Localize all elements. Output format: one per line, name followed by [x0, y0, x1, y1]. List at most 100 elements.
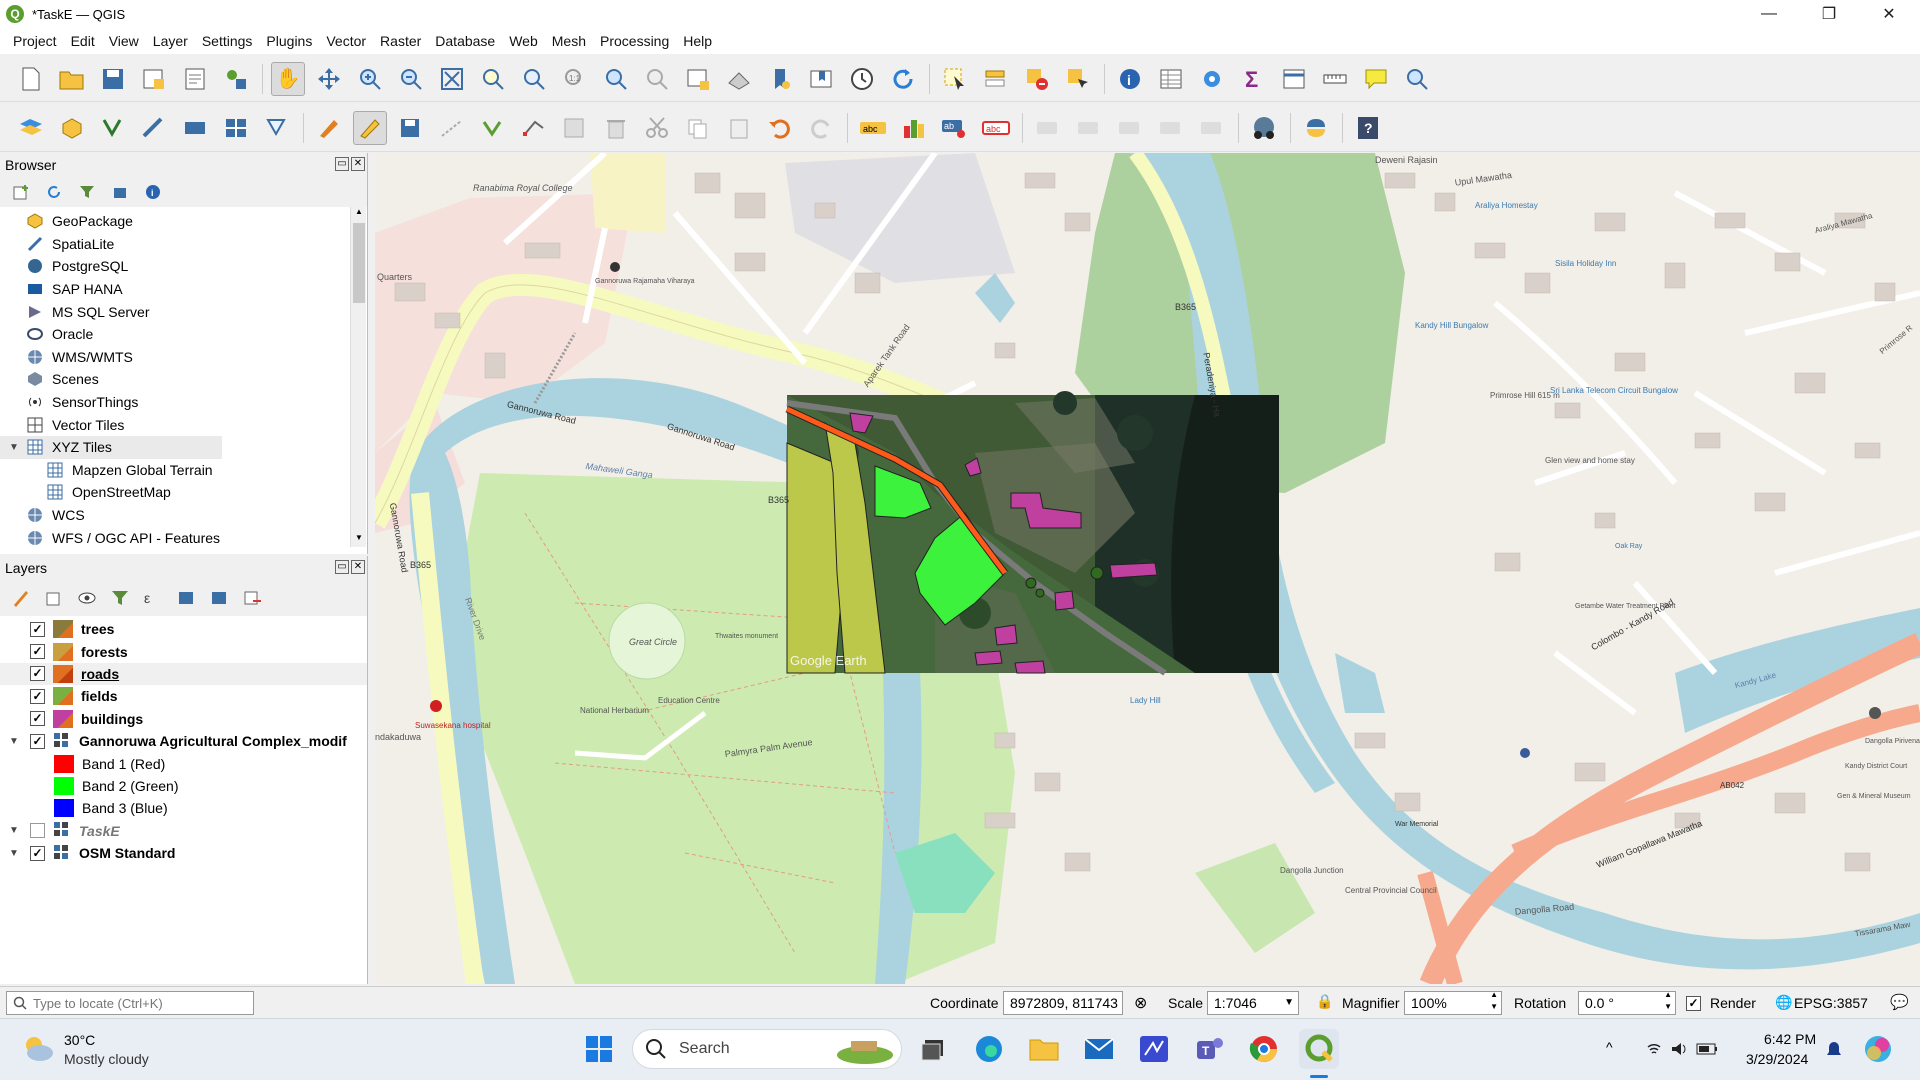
browser-item-geopackage[interactable]: GeoPackage: [0, 210, 367, 233]
locate-icon[interactable]: [1400, 62, 1434, 96]
browser-item-wfs[interactable]: WFS / OGC API - Features: [0, 526, 367, 549]
folder-icon[interactable]: [1024, 1029, 1064, 1069]
layout-manager-icon[interactable]: [178, 62, 212, 96]
menu-project[interactable]: Project: [6, 33, 64, 49]
open-field-calculator-icon[interactable]: [1277, 62, 1311, 96]
new-virtual-layer-icon[interactable]: [219, 111, 253, 145]
pan-to-selection-icon[interactable]: [312, 62, 346, 96]
browser-item-mapzen[interactable]: Mapzen Global Terrain: [0, 459, 367, 482]
layer-row-taske[interactable]: ▼ TaskE: [0, 820, 367, 842]
select-by-value-icon[interactable]: [979, 62, 1013, 96]
new-3d-map-view-icon[interactable]: [722, 62, 756, 96]
float-panel-button[interactable]: ▭: [335, 560, 349, 574]
taskbar-search[interactable]: Search: [632, 1029, 902, 1069]
clock-date[interactable]: 3/29/2024: [1746, 1051, 1808, 1067]
attribute-table-icon[interactable]: [1154, 62, 1188, 96]
redo-icon[interactable]: [804, 111, 838, 145]
delete-selected-icon[interactable]: [599, 111, 633, 145]
copilot-icon[interactable]: [1862, 1033, 1894, 1065]
browser-item-mssql[interactable]: MS SQL Server: [0, 300, 367, 323]
style-manager-icon[interactable]: [219, 62, 253, 96]
browser-item-sensorthings[interactable]: SensorThings: [0, 391, 367, 414]
close-panel-button[interactable]: ✕: [351, 157, 365, 171]
filter-browser-icon[interactable]: [76, 181, 98, 203]
identify-icon[interactable]: i: [1113, 62, 1147, 96]
remove-layer-icon[interactable]: [241, 587, 263, 609]
menu-edit[interactable]: Edit: [64, 33, 102, 49]
layer-checkbox[interactable]: [30, 823, 45, 839]
spin-arrows-icon[interactable]: ▲ ▼: [1664, 989, 1672, 1013]
python-console-icon[interactable]: [1299, 111, 1333, 145]
collapse-all-layers-icon[interactable]: [208, 587, 230, 609]
locator-bar[interactable]: [6, 991, 254, 1015]
processing-toolbox-icon[interactable]: [1195, 62, 1229, 96]
select-features-icon[interactable]: [938, 62, 972, 96]
rotation-spinbox[interactable]: 0.0 ° ▲ ▼: [1578, 989, 1676, 1015]
float-panel-button[interactable]: ▭: [335, 157, 349, 171]
qgis-taskbar-icon[interactable]: [1299, 1029, 1339, 1069]
layer-checkbox[interactable]: ✓: [30, 845, 45, 861]
paste-features-icon[interactable]: [722, 111, 756, 145]
task-view-icon[interactable]: [914, 1029, 954, 1069]
collapse-arrow-icon[interactable]: ▼: [6, 848, 22, 859]
zoom-out-icon[interactable]: [394, 62, 428, 96]
pin-labels-icon[interactable]: ab: [938, 111, 972, 145]
new-map-view-icon[interactable]: [681, 62, 715, 96]
deselect-icon[interactable]: [1020, 62, 1054, 96]
scale-combo[interactable]: 1:7046 ▼: [1207, 991, 1299, 1015]
visibility-icon[interactable]: [76, 587, 98, 609]
layer-checkbox[interactable]: ✓: [30, 666, 45, 682]
chrome-icon[interactable]: [1244, 1029, 1284, 1069]
layer-row-fields[interactable]: ✓ fields: [0, 685, 367, 707]
layer-row-gannoruwa[interactable]: ▼ ✓ Gannoruwa Agricultural Complex_modif: [0, 730, 367, 752]
clock-time[interactable]: 6:42 PM: [1764, 1031, 1816, 1047]
save-edits-icon[interactable]: [394, 111, 428, 145]
browser-item-vector-tiles[interactable]: Vector Tiles: [0, 413, 367, 436]
undo-icon[interactable]: [763, 111, 797, 145]
zoom-full-icon[interactable]: [435, 62, 469, 96]
refresh-browser-icon[interactable]: [43, 181, 65, 203]
vertex-tool-icon[interactable]: [517, 111, 551, 145]
layer-checkbox[interactable]: ✓: [30, 644, 45, 660]
browser-item-scenes[interactable]: Scenes: [0, 368, 367, 391]
new-geopackage-layer-icon[interactable]: [55, 111, 89, 145]
filter-expression-icon[interactable]: ε: [142, 587, 164, 609]
new-shapefile-layer-icon[interactable]: [96, 111, 130, 145]
browser-item-spatialite[interactable]: SpatiaLite: [0, 233, 367, 256]
collapse-all-icon[interactable]: [109, 181, 131, 203]
menu-vector[interactable]: Vector: [319, 33, 373, 49]
browser-item-wcs[interactable]: WCS: [0, 504, 367, 527]
new-mesh-layer-icon[interactable]: [260, 111, 294, 145]
new-bookmark-icon[interactable]: [763, 62, 797, 96]
digitize-icon[interactable]: [312, 111, 346, 145]
scrollbar-thumb[interactable]: [353, 223, 365, 303]
layer-checkbox[interactable]: ✓: [30, 688, 45, 704]
measure-icon[interactable]: [1318, 62, 1352, 96]
browser-item-postgresql[interactable]: PostgreSQL: [0, 255, 367, 278]
layer-checkbox[interactable]: ✓: [30, 621, 45, 637]
show-hide-labels-icon[interactable]: [1031, 111, 1065, 145]
menu-plugins[interactable]: Plugins: [259, 33, 319, 49]
layer-row-osm[interactable]: ▼ ✓ OSM Standard: [0, 842, 367, 864]
filter-legend-icon[interactable]: [109, 587, 131, 609]
map-canvas[interactable]: Ranabima Royal College Quarters Gannoruw…: [375, 153, 1920, 984]
toggle-extents-icon[interactable]: ⊗: [1134, 993, 1147, 1013]
browser-item-wms[interactable]: WMS/WMTS: [0, 346, 367, 369]
menu-raster[interactable]: Raster: [373, 33, 428, 49]
zoom-to-selection-icon[interactable]: [476, 62, 510, 96]
zoom-native-icon[interactable]: 1:1: [558, 62, 592, 96]
new-print-layout-icon[interactable]: [137, 62, 171, 96]
locator-input[interactable]: [33, 995, 243, 1011]
new-temporary-layer-icon[interactable]: [178, 111, 212, 145]
collapse-arrow-icon[interactable]: ▼: [6, 825, 22, 836]
diagram-tool-icon[interactable]: [897, 111, 931, 145]
change-label-icon[interactable]: [1154, 111, 1188, 145]
menu-settings[interactable]: Settings: [195, 33, 260, 49]
crs-button[interactable]: EPSG:3857: [1794, 995, 1868, 1011]
lock-scale-icon[interactable]: 🔒: [1316, 993, 1333, 1010]
properties-icon[interactable]: i: [142, 181, 164, 203]
browser-item-openstreetmap[interactable]: OpenStreetMap: [0, 481, 367, 504]
pan-map-icon[interactable]: ✋: [271, 61, 305, 96]
menu-database[interactable]: Database: [428, 33, 502, 49]
map-tips-icon[interactable]: [1359, 62, 1393, 96]
